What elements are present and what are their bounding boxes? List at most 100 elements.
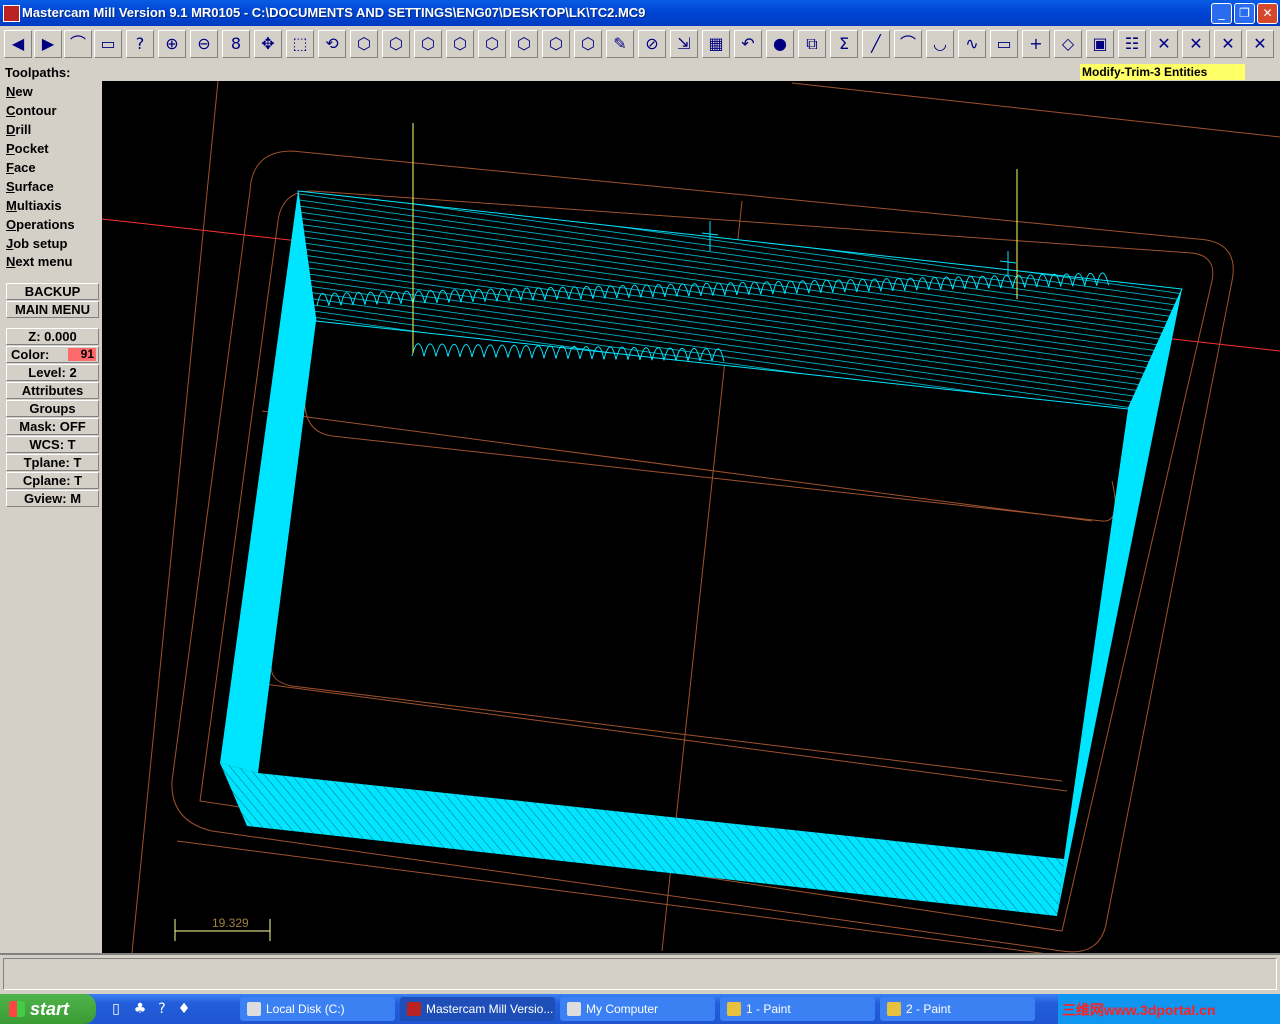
trim-3-button[interactable]: ✕ <box>1214 30 1242 58</box>
cplane-button[interactable]: Cplane: T <box>6 472 99 489</box>
cplane-top-icon: ⬡ <box>485 34 499 53</box>
undo-button[interactable]: ↶ <box>734 30 762 58</box>
menu-item-new[interactable]: New <box>6 83 33 101</box>
color-button[interactable]: Color: 91 <box>6 346 99 363</box>
task-paint-1[interactable]: 1 - Paint <box>720 997 875 1021</box>
surface-button[interactable]: ◇ <box>1054 30 1082 58</box>
view-iso-icon: ⬡ <box>453 34 467 53</box>
menu-item-pocket[interactable]: Pocket <box>6 140 49 158</box>
task-paint-2[interactable]: 2 - Paint <box>880 997 1035 1021</box>
task-mastercam[interactable]: Mastercam Mill Versio... <box>400 997 555 1021</box>
solid-box-button[interactable]: ▣ <box>1086 30 1114 58</box>
rotate-button[interactable]: ⟲ <box>318 30 346 58</box>
crosshair-y-axis <box>131 81 219 953</box>
arrow-right-icon: ▶ <box>41 34 55 53</box>
main-menu-button[interactable]: MAIN MENU <box>6 301 99 318</box>
menu-item-job-setup[interactable]: Job setup <box>6 235 67 253</box>
zoom-08-button[interactable]: 8 <box>222 30 250 58</box>
cplane-top-button[interactable]: ⬡ <box>478 30 506 58</box>
prompt-message: Modify-Trim-3 Entities <box>1080 64 1245 80</box>
graphics-viewport[interactable]: 19.329 <box>102 81 1280 953</box>
sigma-button[interactable]: Σ <box>830 30 858 58</box>
windows-logo-icon <box>9 1001 25 1017</box>
menu-item-contour[interactable]: Contour <box>6 102 57 120</box>
quicklaunch-tree-icon[interactable]: ♣ <box>132 1000 148 1018</box>
view-top-button[interactable]: ⬡ <box>350 30 378 58</box>
restore-button[interactable]: ❐ <box>1234 3 1255 24</box>
level-button[interactable]: Level: 2 <box>6 364 99 381</box>
sphere-button[interactable]: ● <box>766 30 794 58</box>
line-icon: ╱ <box>871 34 881 53</box>
arrow-right-button[interactable]: ▶ <box>34 30 62 58</box>
arrow-left-button[interactable]: ◀ <box>4 30 32 58</box>
zoom-button[interactable]: ⊕ <box>158 30 186 58</box>
transform-button[interactable]: ⇲ <box>670 30 698 58</box>
color-swatch: 91 <box>68 348 96 361</box>
zoom-window-button[interactable]: ⬚ <box>286 30 314 58</box>
stack-icon: ⧉ <box>806 34 818 53</box>
task-local-disk[interactable]: Local Disk (C:) <box>240 997 395 1021</box>
trim-1-button[interactable]: ✕ <box>1150 30 1178 58</box>
gview-button[interactable]: Gview: M <box>6 490 99 507</box>
view-front-button[interactable]: ⬡ <box>382 30 410 58</box>
sigma-icon: Σ <box>838 34 850 53</box>
menu-item-multiaxis[interactable]: Multiaxis <box>6 197 62 215</box>
unzoom-button[interactable]: ⊖ <box>190 30 218 58</box>
no-delete-button[interactable]: ⊘ <box>638 30 666 58</box>
analyze-icon: ? <box>135 34 145 53</box>
cplane-front-button[interactable]: ⬡ <box>510 30 538 58</box>
menu-item-next-menu[interactable]: Next menu <box>6 253 72 271</box>
rectangle-button[interactable]: ▭ <box>990 30 1018 58</box>
wcs-button[interactable]: WCS: T <box>6 436 99 453</box>
view-side-icon: ⬡ <box>421 34 435 53</box>
trim-2-button[interactable]: ✕ <box>1182 30 1210 58</box>
boundary-line-top <box>791 82 1280 138</box>
point-button[interactable]: + <box>1022 30 1050 58</box>
minimize-button[interactable]: _ <box>1211 3 1232 24</box>
view-front-icon: ⬡ <box>389 34 403 53</box>
attributes-button[interactable]: Attributes <box>6 382 99 399</box>
status-area <box>0 953 1280 995</box>
point-icon: + <box>1029 34 1043 53</box>
message-box <box>3 958 1277 990</box>
analyze-button[interactable]: ? <box>126 30 154 58</box>
quicklaunch-file-icon[interactable]: ▯ <box>108 1000 124 1018</box>
cplane-side-button[interactable]: ⬡ <box>542 30 570 58</box>
eraser-button[interactable]: ▭ <box>94 30 122 58</box>
mask-button[interactable]: Mask: OFF <box>6 418 99 435</box>
pan-button[interactable]: ✥ <box>254 30 282 58</box>
menu-item-drill[interactable]: Drill <box>6 121 31 139</box>
title-bar[interactable]: Mastercam Mill Version 9.1 MR0105 - C:\D… <box>0 0 1280 26</box>
paint-icon <box>727 1002 741 1016</box>
pencil-button[interactable]: ✎ <box>606 30 634 58</box>
prompt-bar: Toolpaths: Modify-Trim-3 Entities <box>0 64 1280 81</box>
menu-item-operations[interactable]: Operations <box>6 216 75 234</box>
chain-button[interactable]: ⌒ <box>64 30 92 58</box>
watermark: 三维网www.3dportal.cn <box>1062 1002 1216 1018</box>
line-button[interactable]: ╱ <box>862 30 890 58</box>
menu-item-surface[interactable]: Surface <box>6 178 54 196</box>
menu-item-face[interactable]: Face <box>6 159 36 177</box>
backup-button[interactable]: BACKUP <box>6 283 99 300</box>
z-depth-button[interactable]: Z: 0.000 <box>6 328 99 345</box>
start-button[interactable]: start <box>0 994 96 1024</box>
cplane-3d-button[interactable]: ⬡ <box>574 30 602 58</box>
close-button[interactable]: ✕ <box>1257 3 1278 24</box>
colors-button[interactable]: ▦ <box>702 30 730 58</box>
view-side-button[interactable]: ⬡ <box>414 30 442 58</box>
trim-divide-button[interactable]: ✕ <box>1246 30 1274 58</box>
view-iso-button[interactable]: ⬡ <box>446 30 474 58</box>
fillet-button[interactable]: ◡ <box>926 30 954 58</box>
ladder-button[interactable]: ☷ <box>1118 30 1146 58</box>
arc-button[interactable]: ⌒ <box>894 30 922 58</box>
task-my-computer[interactable]: My Computer <box>560 997 715 1021</box>
solid-box-icon: ▣ <box>1092 34 1108 53</box>
quicklaunch-help-icon[interactable]: ? <box>154 1000 170 1018</box>
cad-drawing: 19.329 <box>102 81 1280 953</box>
stack-button[interactable]: ⧉ <box>798 30 826 58</box>
tplane-button[interactable]: Tplane: T <box>6 454 99 471</box>
app-icon[interactable] <box>3 5 20 22</box>
groups-button[interactable]: Groups <box>6 400 99 417</box>
quicklaunch-app-icon[interactable]: ♦ <box>176 1000 192 1018</box>
spline-button[interactable]: ∿ <box>958 30 986 58</box>
